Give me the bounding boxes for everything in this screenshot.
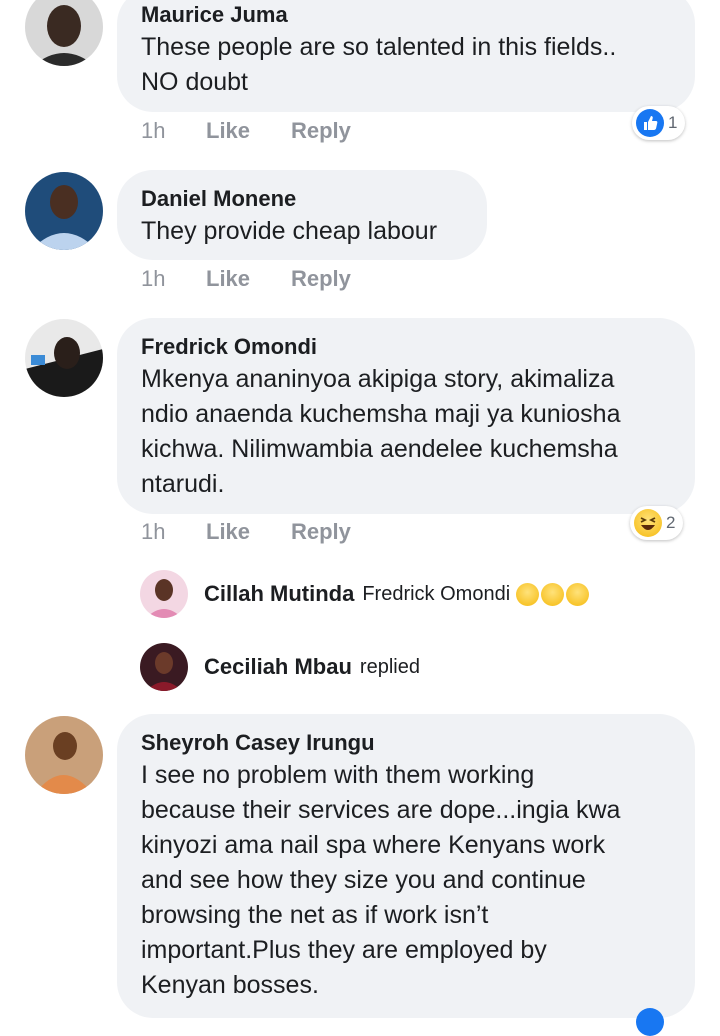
avatar-daniel-monene[interactable]: [25, 172, 103, 250]
reply-button[interactable]: Reply: [291, 266, 351, 292]
comment-text: These people are so talented in this fie…: [141, 33, 617, 96]
reply-button[interactable]: Reply: [291, 118, 351, 144]
comment-bubble: Daniel Monene They provide cheap labour: [117, 170, 487, 260]
comment-author[interactable]: Maurice Juma: [141, 0, 671, 30]
reply-author[interactable]: Ceciliah Mbau: [204, 654, 352, 680]
reaction-count: 2: [666, 513, 676, 532]
comment-text: Mkenya ananinyoa akipiga story, akimaliz…: [141, 365, 621, 498]
reply-button[interactable]: Reply: [291, 519, 351, 545]
comment-author[interactable]: Sheyroh Casey Irungu: [141, 728, 671, 758]
reply-author[interactable]: Cillah Mutinda: [204, 581, 354, 607]
comment-bubble: Fredrick Omondi Mkenya ananinyoa akipiga…: [117, 318, 695, 514]
comment-text: They provide cheap labour: [141, 217, 438, 245]
reaction-count: 1: [668, 113, 678, 132]
haha-icon: [634, 509, 662, 537]
avatar-fredrick-omondi[interactable]: [25, 319, 103, 397]
like-icon: [636, 109, 664, 137]
avatar-cillah-mutinda[interactable]: [140, 570, 188, 618]
replied-label: replied: [359, 655, 420, 678]
reply-text: Fredrick Omondi: [362, 582, 511, 605]
like-button[interactable]: Like: [206, 519, 250, 545]
comment-author[interactable]: Daniel Monene: [141, 184, 463, 214]
comment-author[interactable]: Fredrick Omondi: [141, 332, 671, 362]
laughing-tears-icon: [514, 582, 590, 606]
reply-item[interactable]: Ceciliah Mbau replied: [140, 643, 420, 691]
timestamp[interactable]: 1h: [141, 266, 165, 292]
avatar-ceciliah-mbau[interactable]: [140, 643, 188, 691]
avatar-sheyroh-casey-irungu[interactable]: [25, 716, 103, 794]
reaction-badge[interactable]: 2: [630, 506, 684, 540]
timestamp[interactable]: 1h: [141, 118, 165, 144]
reply-item[interactable]: Cillah Mutinda Fredrick Omondi: [140, 570, 590, 618]
timestamp[interactable]: 1h: [141, 519, 165, 545]
comment-bubble: Sheyroh Casey Irungu I see no problem wi…: [117, 714, 695, 1018]
avatar-maurice-juma[interactable]: [25, 0, 103, 66]
like-button[interactable]: Like: [206, 118, 250, 144]
reaction-badge[interactable]: 1: [632, 106, 686, 140]
like-icon: [636, 1008, 664, 1036]
comment-text: I see no problem with them working becau…: [141, 761, 621, 999]
comment-bubble: Maurice Juma These people are so talente…: [117, 0, 695, 112]
like-button[interactable]: Like: [206, 266, 250, 292]
